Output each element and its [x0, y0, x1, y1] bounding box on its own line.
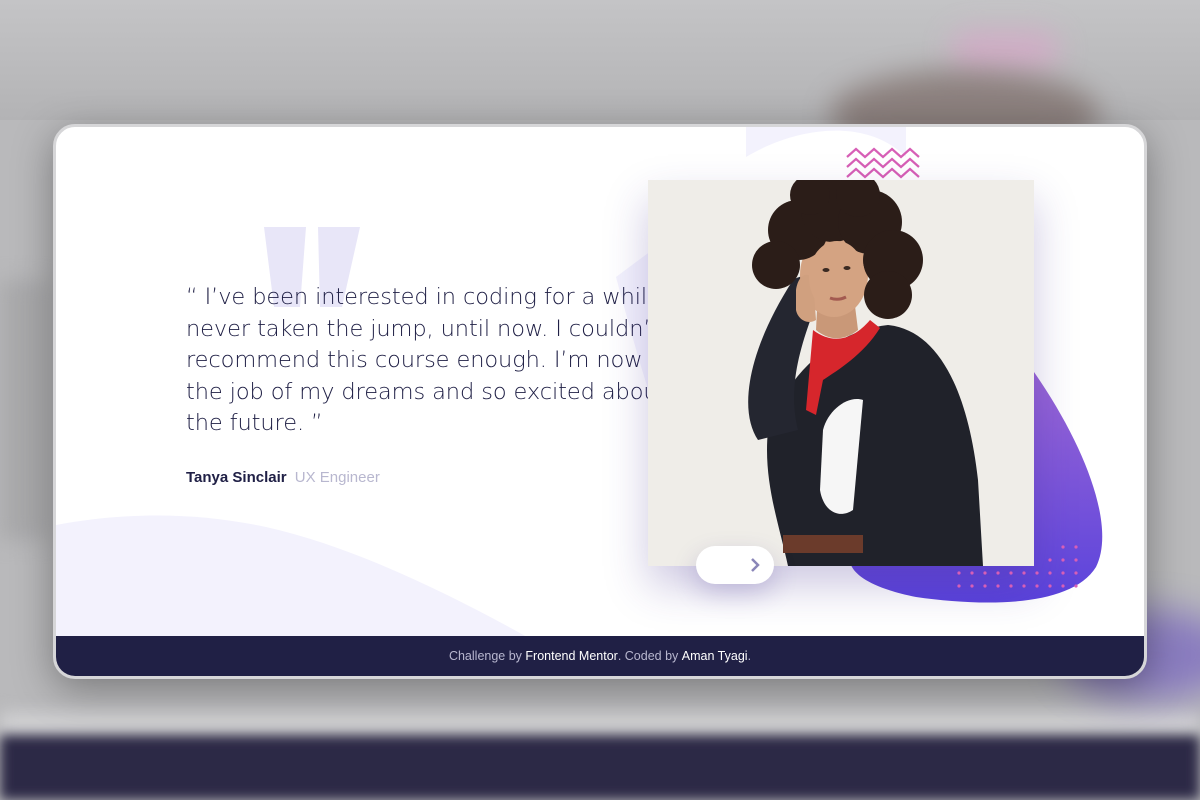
portrait-photo [648, 180, 1034, 566]
zigzag-pattern-icon [846, 147, 920, 179]
testimonial-attribution: Tanya Sinclair UX Engineer [186, 469, 380, 486]
footer-suffix: . [747, 649, 752, 663]
author-role: UX Engineer [294, 469, 380, 486]
attribution-footer: Challenge by Frontend Mentor. Coded by A… [56, 636, 1144, 676]
footer-coded-prefix: . Coded by [617, 649, 679, 663]
footer-challenge-prefix: Challenge by [448, 649, 522, 663]
frontend-mentor-link[interactable]: Frontend Mentor [525, 649, 617, 663]
previous-button[interactable] [696, 546, 735, 584]
chevron-right-icon [750, 558, 760, 572]
author-name: Tanya Sinclair [186, 469, 287, 486]
testimonial-quote: “ I’ve been interested in coding for a w… [186, 284, 705, 436]
dot-pattern-icon [957, 545, 1078, 588]
next-button[interactable] [735, 546, 774, 584]
author-profile-link[interactable]: Aman Tyagi [682, 649, 748, 663]
testimonial-card: “ I’ve been interested in coding for a w… [53, 124, 1147, 679]
slider-navigation [696, 546, 774, 584]
